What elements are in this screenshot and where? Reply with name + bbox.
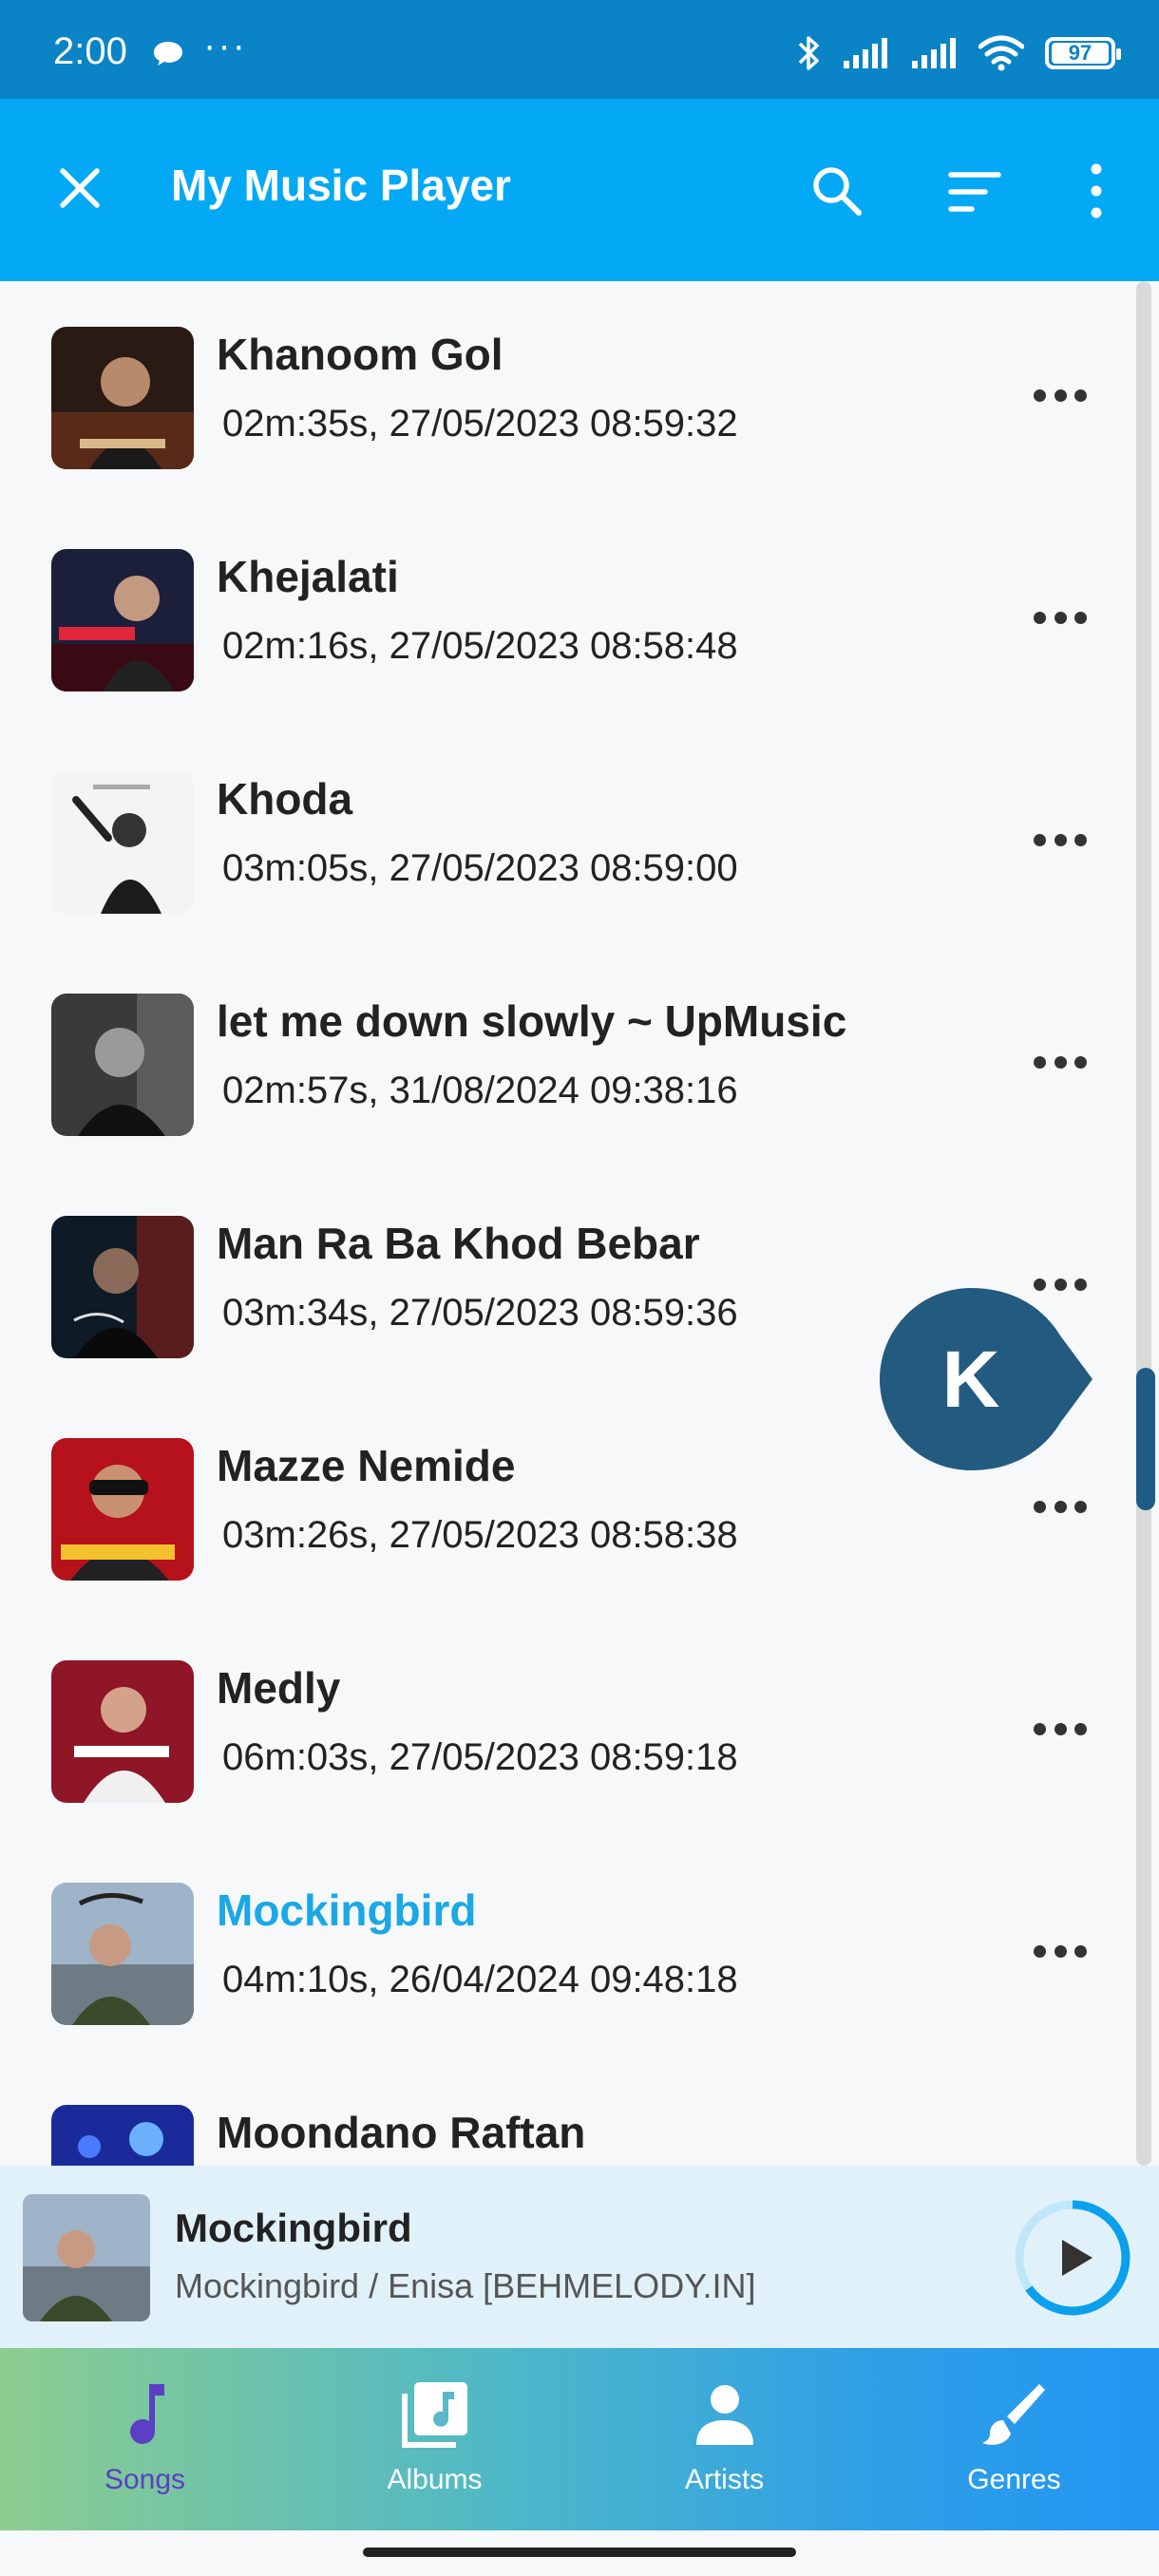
nav-artists[interactable]: Artists: [580, 2348, 869, 2530]
song-artwork: [51, 1883, 194, 2025]
more-options-icon[interactable]: [1034, 830, 1087, 849]
more-options-icon[interactable]: [1034, 1497, 1087, 1516]
battery-level: 97: [1052, 41, 1109, 65]
play-button[interactable]: [1013, 2198, 1132, 2318]
status-time: 2:00: [53, 30, 127, 72]
song-duration-date: 03m:34s, 27/05/2023 08:59:36: [222, 1292, 738, 1334]
nav-label: Genres: [967, 2464, 1061, 2495]
fast-scroll-letter: K: [941, 1334, 1000, 1424]
search-icon[interactable]: [808, 161, 866, 220]
person-icon: [695, 2385, 753, 2445]
more-options-icon[interactable]: [1034, 608, 1087, 627]
chat-bubble-icon: [154, 42, 182, 66]
now-playing-title: Mockingbird: [175, 2206, 412, 2250]
app-bar: My Music Player: [0, 99, 1159, 281]
song-row[interactable]: Khejalati 02m:16s, 27/05/2023 08:58:48: [0, 503, 1136, 726]
more-options-icon[interactable]: [1034, 1052, 1087, 1071]
wifi-icon: [978, 35, 1024, 71]
song-row[interactable]: let me down slowly ~ UpMusic 02m:57s, 31…: [0, 948, 1136, 1170]
song-artwork: [51, 549, 194, 691]
bluetooth-icon: [798, 36, 819, 70]
song-duration-date: 03m:05s, 27/05/2023 08:59:00: [222, 847, 738, 889]
song-duration-date: 04m:10s, 26/04/2024 09:48:18: [222, 1959, 738, 2000]
now-playing-subtitle: Mockingbird / Enisa [BEHMELODY.IN]: [175, 2266, 756, 2305]
song-artwork: [51, 327, 194, 469]
status-right-icons: 97: [796, 30, 1121, 76]
song-duration-date: 02m:35s, 27/05/2023 08:59:32: [222, 403, 738, 445]
album-icon: [401, 2382, 467, 2448]
nav-label: Albums: [387, 2464, 483, 2495]
song-duration-date: 02m:16s, 27/05/2023 08:58:48: [222, 625, 738, 667]
song-artwork: [51, 994, 194, 1136]
song-title: Man Ra Ba Khod Bebar: [217, 1219, 700, 1268]
song-title: Khanoom Gol: [217, 330, 504, 379]
song-artwork: [51, 1438, 194, 1581]
scrollbar-thumb[interactable]: [1136, 1368, 1155, 1510]
song-title: Moondano Raftan: [217, 2108, 586, 2157]
song-duration-date: 03m:26s, 27/05/2023 08:58:38: [222, 1514, 738, 1556]
overflow-menu-icon[interactable]: [1077, 161, 1115, 220]
song-title: Medly: [217, 1663, 341, 1713]
sort-icon[interactable]: [945, 165, 1004, 218]
nav-genres[interactable]: Genres: [869, 2348, 1159, 2530]
song-row[interactable]: Medly 06m:03s, 27/05/2023 08:59:18: [0, 1615, 1136, 1837]
status-more-dots: ···: [203, 25, 247, 66]
song-title: Mockingbird: [217, 1885, 477, 1935]
battery-icon: 97: [1045, 37, 1121, 69]
play-icon: [1062, 2240, 1092, 2276]
song-artwork: [51, 2105, 194, 2166]
scrollbar-track[interactable]: [1136, 281, 1151, 2166]
nav-albums[interactable]: Albums: [290, 2348, 580, 2530]
close-icon[interactable]: [53, 161, 106, 215]
status-bar: 2:00 ··· 97: [0, 0, 1159, 99]
home-indicator[interactable]: [363, 2548, 796, 2557]
brush-icon: [981, 2384, 1045, 2445]
nav-label: Songs: [104, 2464, 186, 2495]
song-artwork: [51, 771, 194, 914]
page-title: My Music Player: [171, 161, 511, 210]
more-options-icon[interactable]: [1034, 386, 1087, 405]
music-player-screen: 2:00 ··· 97 My Music Player Khanoom Gol …: [0, 0, 1159, 2576]
signal-icon-2: [912, 38, 956, 68]
more-options-icon[interactable]: [1034, 1941, 1087, 1960]
song-row[interactable]: Moondano Raftan: [0, 2059, 1136, 2166]
song-row[interactable]: Khanoom Gol 02m:35s, 27/05/2023 08:59:32: [0, 281, 1136, 503]
song-title: Khoda: [217, 774, 353, 824]
now-playing-artwork: [23, 2194, 150, 2321]
signal-icon-1: [844, 38, 887, 68]
song-duration-date: 06m:03s, 27/05/2023 08:59:18: [222, 1736, 738, 1778]
nav-songs[interactable]: Songs: [0, 2348, 290, 2530]
nav-label: Artists: [684, 2464, 765, 2495]
song-artwork: [51, 1216, 194, 1358]
song-row[interactable]: Mockingbird 04m:10s, 26/04/2024 09:48:18: [0, 1837, 1136, 2059]
song-duration-date: 02m:57s, 31/08/2024 09:38:16: [222, 1070, 738, 1111]
fast-scroll-bubble: K: [880, 1288, 1092, 1470]
song-title: Khejalati: [217, 552, 399, 601]
more-options-icon[interactable]: [1034, 1719, 1087, 1738]
song-title: let me down slowly ~ UpMusic: [217, 996, 847, 1046]
now-playing-bar[interactable]: Mockingbird Mockingbird / Enisa [BEHMELO…: [0, 2166, 1159, 2348]
bottom-navigation: Songs Albums Artists Genres: [0, 2348, 1159, 2530]
music-note-icon: [129, 2384, 164, 2444]
song-title: Mazze Nemide: [217, 1441, 516, 1490]
song-artwork: [51, 1660, 194, 1803]
song-list[interactable]: Khanoom Gol 02m:35s, 27/05/2023 08:59:32…: [0, 281, 1159, 2166]
song-row[interactable]: Khoda 03m:05s, 27/05/2023 08:59:00: [0, 726, 1136, 948]
